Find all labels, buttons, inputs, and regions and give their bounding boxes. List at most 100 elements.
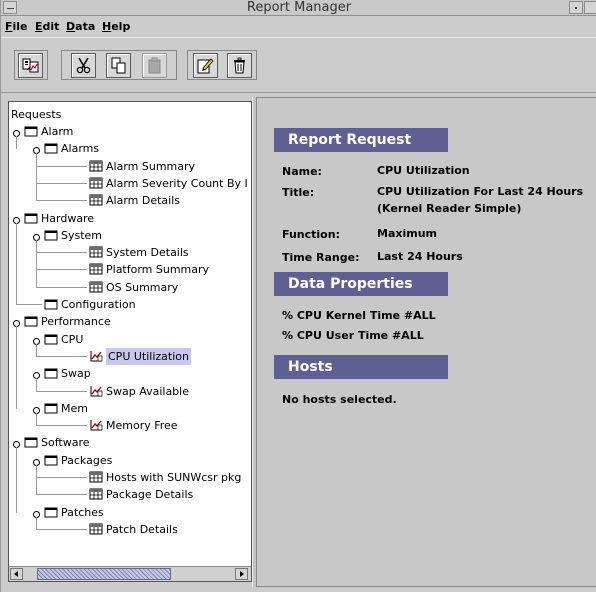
report-request-header: Report Request — [274, 128, 448, 152]
scroll-left-button[interactable] — [10, 568, 23, 580]
tree-item-cpu[interactable]: CPU — [9, 331, 251, 348]
tree-item-alarm-severity-count-by-i[interactable]: Alarm Severity Count By I — [9, 175, 251, 192]
tree-item-label: Hosts with SUNWcsr pkg — [106, 471, 242, 484]
cut-icon — [76, 57, 91, 74]
tree-item-alarm[interactable]: Alarm — [9, 123, 251, 140]
folder-icon — [44, 333, 58, 345]
menu-data-label: ata — [75, 20, 96, 33]
menu-edit-mnemonic: E — [35, 20, 43, 33]
title-label: Title: — [282, 186, 315, 199]
copy-button[interactable] — [106, 53, 131, 78]
tree-item-label: Swap Available — [106, 384, 189, 398]
report-details-pane: Report Request Name: CPU Utilization Tit… — [256, 97, 596, 587]
graph-report-icon — [89, 385, 103, 397]
tree-item-label: Mem — [61, 401, 88, 415]
tree-item-packages[interactable]: Packages — [9, 452, 251, 469]
tree-guide-line — [36, 153, 37, 202]
tree-horizontal-scrollbar[interactable] — [9, 566, 251, 581]
tree-item-label: Alarm — [41, 125, 74, 138]
tree-item-label: Packages — [61, 453, 113, 467]
tree-item-label: System Details — [106, 246, 189, 260]
expand-toggle-icon[interactable] — [32, 231, 41, 243]
tree-item-hardware[interactable]: Hardware — [9, 210, 251, 227]
tree-item-label: System — [61, 228, 103, 242]
tree-item-alarm-summary[interactable]: Alarm Summary — [9, 158, 251, 175]
expand-toggle-icon[interactable] — [32, 369, 41, 382]
tree-item-os-summary[interactable]: OS Summary — [9, 279, 251, 296]
delete-button[interactable] — [227, 53, 252, 78]
tree-item-label: Alarm Summary — [106, 159, 196, 173]
tree-item-system-details[interactable]: System Details — [9, 244, 251, 261]
window-title: Report Manager — [246, 0, 352, 15]
tree-item-swap[interactable]: Swap — [9, 365, 251, 382]
tree-item-hosts-with-sunwcsr-pkg[interactable]: Hosts with SUNWcsr pkg — [9, 469, 251, 486]
expand-toggle-icon[interactable] — [32, 508, 41, 520]
cut-button[interactable] — [71, 53, 96, 78]
minimize-button[interactable] — [569, 1, 583, 14]
menu-file-label: ile — [12, 20, 28, 33]
tree-root-label: Requests — [11, 108, 62, 121]
expand-toggle-icon[interactable] — [32, 144, 41, 157]
tree-item-platform-summary[interactable]: Platform Summary — [9, 261, 251, 278]
tree-item-alarms[interactable]: Alarms — [9, 140, 251, 157]
expand-toggle-icon[interactable] — [12, 317, 21, 330]
folder-icon — [24, 212, 38, 224]
menu-file[interactable]: File — [5, 20, 28, 33]
title-bar: Report Manager — [1, 0, 596, 16]
tree-connector — [36, 286, 87, 288]
tree-item-configuration[interactable]: Configuration — [9, 296, 251, 313]
tree-guide-line — [36, 464, 37, 496]
expand-toggle-icon[interactable] — [12, 438, 21, 451]
tree-item-label: OS Summary — [106, 280, 179, 294]
tree-item-performance[interactable]: Performance — [9, 313, 251, 330]
tree-item-swap-available[interactable]: Swap Available — [9, 383, 251, 400]
folder-icon — [44, 298, 58, 310]
expand-toggle-icon[interactable] — [32, 335, 41, 347]
menu-bar: File Edit Data Help — [1, 17, 596, 37]
expand-toggle-icon[interactable] — [32, 404, 41, 416]
tree-item-cpu-utilization[interactable]: CPU Utilization — [9, 347, 251, 365]
tree-item-label: Platform Summary — [106, 263, 210, 277]
tree-item-label: Patch Details — [106, 522, 178, 536]
expand-toggle-icon[interactable] — [12, 127, 21, 139]
tree-item-label: Performance — [41, 315, 111, 329]
tree-item-alarm-details[interactable]: Alarm Details — [9, 192, 251, 209]
tree-connector — [36, 355, 87, 357]
tree-connector — [36, 182, 87, 184]
menu-data[interactable]: Data — [66, 20, 95, 33]
menu-help[interactable]: Help — [102, 20, 130, 33]
tree-item-software[interactable]: Software — [9, 434, 251, 451]
function-value: Maximum — [377, 227, 437, 240]
tree-item-memory-free[interactable]: Memory Free — [9, 417, 251, 434]
tree-connector — [36, 200, 87, 202]
toolbar-group-edit — [187, 50, 257, 80]
expand-toggle-icon[interactable] — [12, 214, 21, 226]
scroll-right-button[interactable] — [235, 568, 248, 580]
tree-item-patches[interactable]: Patches — [9, 504, 251, 521]
menu-edit[interactable]: Edit — [35, 20, 59, 33]
new-report-button[interactable] — [18, 53, 43, 78]
copy-icon — [111, 57, 126, 74]
maximize-button[interactable] — [584, 1, 596, 14]
table-report-icon — [89, 177, 103, 189]
time-range-label: Time Range: — [282, 251, 360, 264]
scrollbar-thumb[interactable] — [37, 568, 171, 580]
tree-guide-line — [16, 447, 17, 513]
expand-toggle-icon[interactable] — [32, 456, 41, 468]
tree-item-mem[interactable]: Mem — [9, 400, 251, 417]
edit-button[interactable] — [193, 53, 218, 78]
paste-button[interactable] — [142, 53, 167, 78]
data-property-item: % CPU Kernel Time #ALL — [282, 309, 436, 322]
tree-guide-line — [36, 239, 37, 288]
folder-icon — [24, 436, 38, 448]
request-tree[interactable]: Requests Alarm Alarms Alarm Summary Alarm S… — [8, 101, 252, 582]
tree-item-patch-details[interactable]: Patch Details — [9, 521, 251, 538]
tree-item-package-details[interactable]: Package Details — [9, 486, 251, 503]
folder-icon — [24, 125, 38, 137]
report-manager-window: Report Manager File Edit Data Help Reque… — [0, 0, 596, 592]
tree-item-system[interactable]: System — [9, 227, 251, 244]
tree-item-label: Patches — [61, 505, 104, 519]
menu-edit-label: dit — [42, 20, 60, 33]
table-report-icon — [89, 281, 103, 293]
tree-item-label: Alarms — [61, 142, 100, 156]
